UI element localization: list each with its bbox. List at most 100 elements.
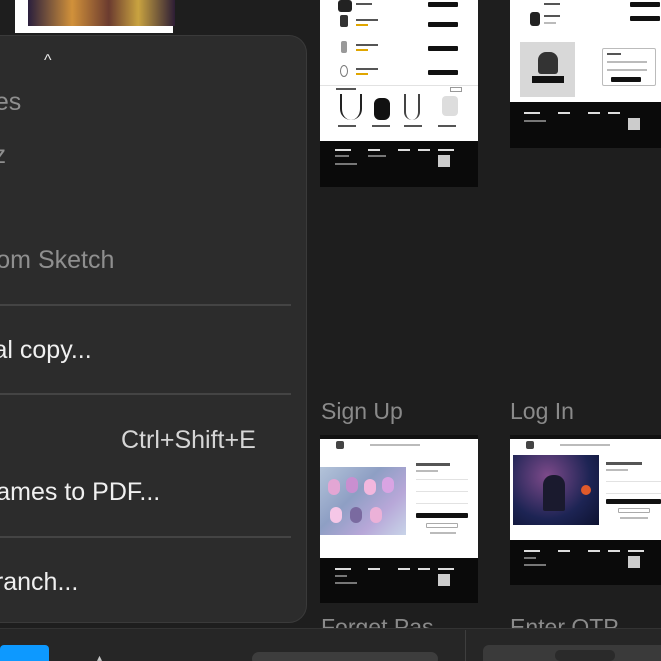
footer-text xyxy=(608,550,620,552)
footer-text xyxy=(524,557,536,559)
backpack-thumb xyxy=(538,52,558,74)
doll-figure xyxy=(330,507,342,523)
footer-text xyxy=(558,112,570,114)
qr-code xyxy=(628,118,640,130)
mini-text xyxy=(544,3,560,5)
menu-item-create-branch[interactable]: branch... xyxy=(0,568,78,597)
product-thumb xyxy=(340,65,348,77)
footer-text xyxy=(608,112,620,114)
input-line xyxy=(606,481,661,482)
create-account-button xyxy=(416,513,468,518)
toolbar-icon[interactable]: ▴ xyxy=(97,653,102,661)
form-subtitle xyxy=(416,470,438,472)
nav-links xyxy=(370,444,420,446)
footer xyxy=(320,141,478,187)
top-announcement-bar xyxy=(320,435,478,439)
footer-text xyxy=(418,568,430,570)
mini-button xyxy=(450,87,462,92)
footer-text xyxy=(438,568,454,570)
doll-figure xyxy=(382,477,394,493)
mini-rating xyxy=(356,73,368,75)
mini-text xyxy=(544,15,560,17)
input-line xyxy=(416,503,468,504)
mini-text xyxy=(438,125,456,127)
menu-item-export-frames-to-pdf[interactable]: frames to PDF... xyxy=(0,478,160,507)
login-button xyxy=(606,499,661,504)
footer xyxy=(510,102,661,148)
nav-links xyxy=(560,444,610,446)
doll-figure xyxy=(364,479,376,495)
mini-button xyxy=(611,77,641,82)
toolbar-separator xyxy=(465,630,466,661)
mini-rating xyxy=(356,49,368,51)
footer-text xyxy=(524,112,540,114)
doll-figure xyxy=(370,507,382,523)
qr-code xyxy=(438,155,450,167)
character-figure xyxy=(543,475,565,511)
mini-text xyxy=(544,22,556,24)
divider xyxy=(320,85,478,86)
export-shortcut: Ctrl+Shift+E xyxy=(121,426,256,454)
hero-image xyxy=(513,455,599,525)
menu-item-jazz[interactable]: zz xyxy=(0,141,6,170)
footer-text xyxy=(335,575,347,577)
footer-text xyxy=(335,568,351,570)
frame-log-in[interactable] xyxy=(510,435,661,585)
google-login-button xyxy=(618,508,650,513)
menu-item-save-local-copy[interactable]: cal copy... xyxy=(0,336,92,365)
footer-text xyxy=(524,550,540,552)
footer-text xyxy=(588,112,600,114)
footer-text xyxy=(438,149,454,151)
top-announcement-bar xyxy=(510,435,661,439)
menu-item-slides[interactable]: des xyxy=(0,88,21,117)
footer-text xyxy=(368,568,380,570)
primary-action-button[interactable] xyxy=(0,645,49,661)
frame-label-sign-up[interactable]: Sign Up xyxy=(321,398,403,425)
footer-text xyxy=(398,149,410,151)
glow xyxy=(581,485,591,495)
doll-figure xyxy=(346,477,358,493)
mini-button xyxy=(630,2,660,7)
product-thumb xyxy=(338,0,352,12)
right-panel-control[interactable] xyxy=(555,650,615,661)
logo-icon xyxy=(336,441,344,449)
mini-text xyxy=(372,125,390,127)
toolbar-pill-control[interactable] xyxy=(252,652,438,661)
menu-divider xyxy=(0,536,291,538)
menu-item-import-from-sketch[interactable]: from Sketch xyxy=(0,246,114,275)
footer-text xyxy=(335,582,357,584)
signup-link xyxy=(620,517,648,519)
menu-divider xyxy=(0,304,291,306)
mini-button xyxy=(428,2,458,7)
mini-button xyxy=(428,22,458,27)
hero-image xyxy=(320,467,406,535)
frame-label-log-in[interactable]: Log In xyxy=(510,398,574,425)
necklace-thumb xyxy=(404,94,420,120)
mug-thumb xyxy=(442,96,458,116)
necklace-thumb xyxy=(340,94,362,120)
mini-text xyxy=(404,125,422,127)
form-subtitle xyxy=(606,469,628,471)
qr-code xyxy=(628,556,640,568)
mini-rating xyxy=(356,24,368,26)
mini-text xyxy=(336,88,356,90)
mini-button xyxy=(428,70,458,75)
mini-text xyxy=(607,53,621,55)
frame-sign-up[interactable] xyxy=(320,435,478,603)
footer-text xyxy=(335,163,357,165)
mini-text xyxy=(356,44,378,46)
footer-text xyxy=(418,149,430,151)
mini-text xyxy=(338,125,356,127)
product-thumb xyxy=(530,12,540,26)
doll-figure xyxy=(350,507,362,523)
doll-figure xyxy=(328,479,340,495)
mini-text xyxy=(356,3,372,5)
footer-text xyxy=(558,550,570,552)
form-title xyxy=(416,463,450,466)
scroll-up-caret-icon[interactable]: ^ xyxy=(44,52,52,70)
frame-thumbnail-top-left[interactable] xyxy=(15,0,175,33)
input-line xyxy=(416,479,468,480)
frame-product-detail[interactable] xyxy=(510,0,661,148)
mini-text xyxy=(356,68,378,70)
frame-cart[interactable] xyxy=(320,0,478,187)
